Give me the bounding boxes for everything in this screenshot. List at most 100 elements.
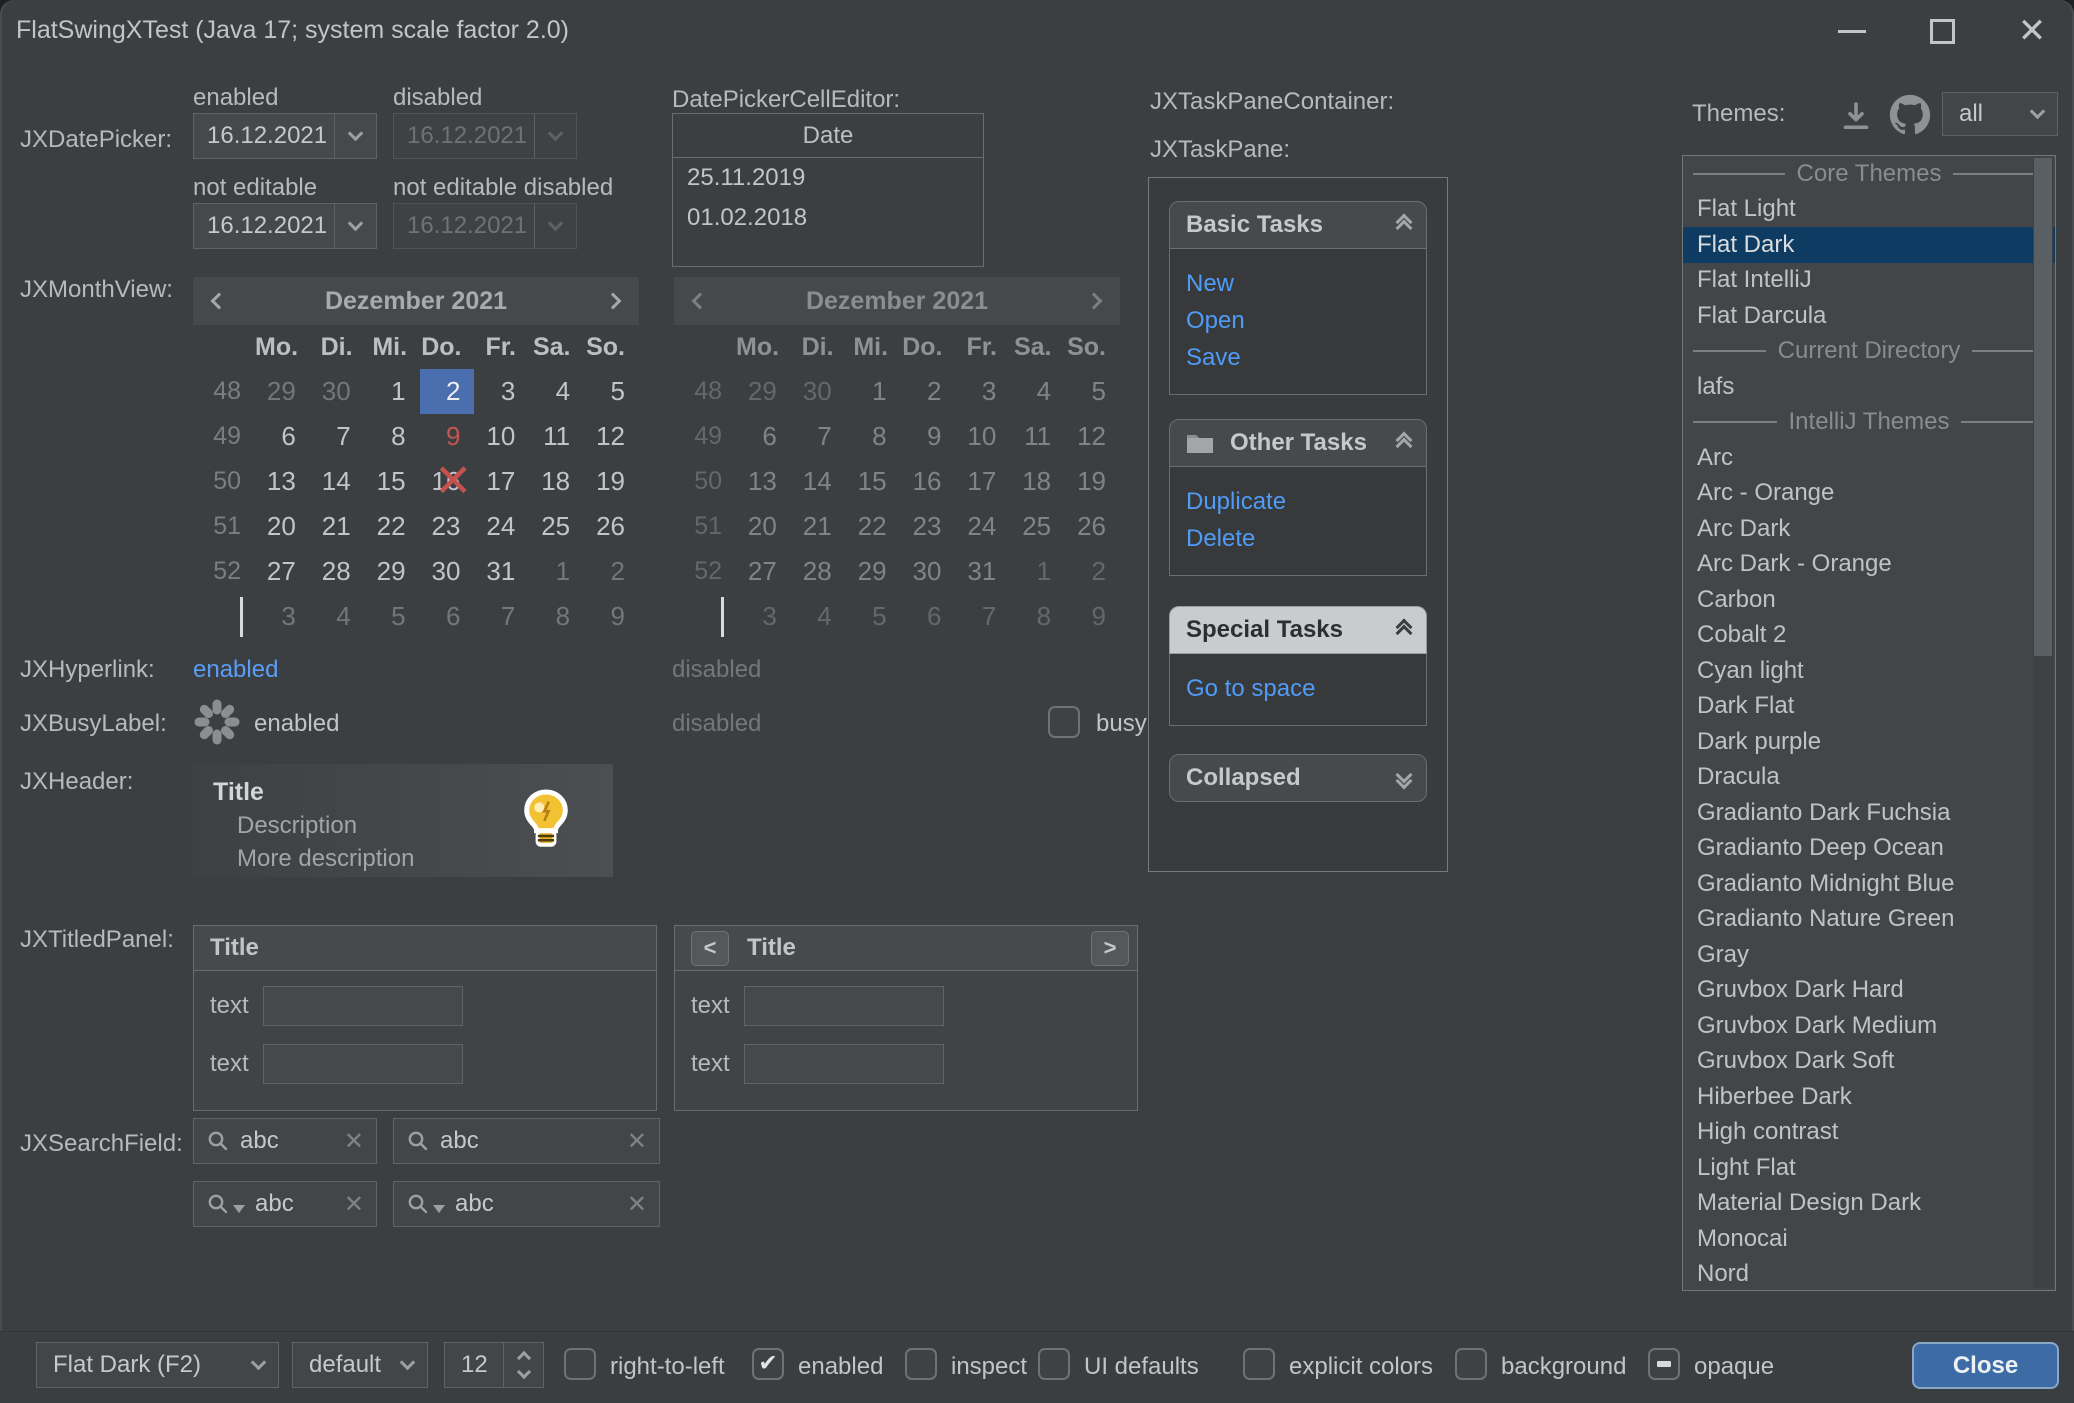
- theme-list-item[interactable]: Material Design Dark: [1683, 1186, 2055, 1222]
- text-input[interactable]: [744, 986, 944, 1026]
- close-icon[interactable]: ✕: [2010, 12, 2054, 50]
- scrollbar-thumb[interactable]: [2034, 158, 2052, 656]
- github-icon[interactable]: [1888, 93, 1932, 137]
- search-field[interactable]: abc✕: [193, 1118, 377, 1164]
- calendar-day[interactable]: 15: [365, 459, 420, 504]
- theme-filter-combobox[interactable]: all: [1942, 92, 2058, 136]
- chevron-down-icon[interactable]: [334, 204, 376, 248]
- theme-list-item[interactable]: Gradianto Nature Green: [1683, 902, 2055, 938]
- calendar-day[interactable]: 10: [474, 414, 529, 459]
- theme-list-item[interactable]: Gradianto Deep Ocean: [1683, 831, 2055, 867]
- search-input-value[interactable]: abc: [240, 1127, 279, 1155]
- collapse-icon[interactable]: [1398, 621, 1410, 639]
- theme-list-item[interactable]: Dark purple: [1683, 724, 2055, 760]
- theme-list-item[interactable]: Gradianto Dark Fuchsia: [1683, 795, 2055, 831]
- taskpane-header[interactable]: Collapsed: [1169, 754, 1427, 802]
- next-month-icon[interactable]: [587, 295, 639, 307]
- minimize-icon[interactable]: [1830, 12, 1874, 50]
- calendar-day[interactable]: 5: [584, 369, 639, 414]
- taskpane-link[interactable]: Go to space: [1186, 670, 1426, 707]
- text-input[interactable]: [263, 986, 463, 1026]
- checkbox-explicit-colors[interactable]: [1243, 1348, 1275, 1380]
- theme-list-item[interactable]: Arc - Orange: [1683, 476, 2055, 512]
- calendar-day[interactable]: 29: [255, 369, 310, 414]
- checkbox-background[interactable]: [1455, 1348, 1487, 1380]
- taskpane-header[interactable]: Basic Tasks: [1169, 201, 1427, 249]
- calendar-day[interactable]: 8: [529, 594, 584, 639]
- search-menu-arrow-icon[interactable]: [233, 1205, 245, 1213]
- theme-list-item[interactable]: Gruvbox Dark Soft: [1683, 1044, 2055, 1080]
- text-input[interactable]: [744, 1044, 944, 1084]
- calendar-day[interactable]: 22: [365, 504, 420, 549]
- next-button[interactable]: >: [1091, 931, 1129, 966]
- prev-month-icon[interactable]: [193, 295, 245, 307]
- calendar-day[interactable]: 1: [529, 549, 584, 594]
- calendar-day[interactable]: 11: [529, 414, 584, 459]
- calendar-day[interactable]: 7: [310, 414, 365, 459]
- calendar-day[interactable]: 16: [420, 459, 475, 504]
- maximize-icon[interactable]: [1920, 12, 1964, 50]
- taskpane-link[interactable]: Delete: [1186, 520, 1426, 557]
- clear-icon[interactable]: ✕: [344, 1190, 364, 1219]
- scrollbar[interactable]: [2033, 158, 2053, 1288]
- theme-list-item[interactable]: Carbon: [1683, 582, 2055, 618]
- checkbox-inspect[interactable]: [905, 1348, 937, 1380]
- calendar-day[interactable]: 18: [529, 459, 584, 504]
- calendar-day[interactable]: 13: [255, 459, 310, 504]
- calendar-day[interactable]: 25: [529, 504, 584, 549]
- theme-list-item[interactable]: Flat IntelliJ: [1683, 263, 2055, 299]
- theme-list-item[interactable]: Hiberbee Dark: [1683, 1079, 2055, 1115]
- search-input-value[interactable]: abc: [440, 1127, 479, 1155]
- calendar-day[interactable]: 21: [310, 504, 365, 549]
- theme-list-item[interactable]: Gradianto Midnight Blue: [1683, 866, 2055, 902]
- theme-list-item[interactable]: Flat Light: [1683, 192, 2055, 228]
- calendar-day[interactable]: 24: [474, 504, 529, 549]
- search-input-value[interactable]: abc: [455, 1190, 494, 1218]
- search-field[interactable]: abc ✕: [393, 1118, 660, 1164]
- calendar-day[interactable]: 9: [420, 414, 475, 459]
- clear-icon[interactable]: ✕: [627, 1127, 647, 1156]
- calendar-day[interactable]: 7: [474, 594, 529, 639]
- theme-list-item[interactable]: Arc Dark - Orange: [1683, 547, 2055, 583]
- clear-icon[interactable]: ✕: [627, 1190, 647, 1219]
- calendar-day[interactable]: 14: [310, 459, 365, 504]
- theme-combobox[interactable]: Flat Dark (F2): [36, 1342, 279, 1388]
- theme-list-item[interactable]: Nord: [1683, 1257, 2055, 1292]
- text-input[interactable]: [263, 1044, 463, 1084]
- theme-list-item[interactable]: Cobalt 2: [1683, 618, 2055, 654]
- calendar-day[interactable]: 17: [474, 459, 529, 504]
- calendar-day[interactable]: 27: [255, 549, 310, 594]
- theme-list-item[interactable]: High contrast: [1683, 1115, 2055, 1151]
- calendar-day[interactable]: 6: [255, 414, 310, 459]
- download-icon[interactable]: [1836, 96, 1876, 136]
- table-row[interactable]: 01.02.2018: [673, 198, 983, 238]
- theme-list-item[interactable]: Monocai: [1683, 1221, 2055, 1257]
- theme-list-item[interactable]: Cyan light: [1683, 653, 2055, 689]
- calendar-day[interactable]: 8: [365, 414, 420, 459]
- datepicker-value[interactable]: 16.12.2021: [194, 122, 334, 150]
- busy-checkbox[interactable]: [1048, 706, 1080, 738]
- calendar-day[interactable]: 3: [474, 369, 529, 414]
- taskpane-link[interactable]: Duplicate: [1186, 483, 1426, 520]
- calendar-day[interactable]: 29: [365, 549, 420, 594]
- font-size-spinner[interactable]: 12: [444, 1342, 544, 1388]
- taskpane-header[interactable]: Other Tasks: [1169, 419, 1427, 467]
- theme-list-item[interactable]: Light Flat: [1683, 1150, 2055, 1186]
- calendar-day[interactable]: 4: [310, 594, 365, 639]
- theme-list-item[interactable]: Flat Darcula: [1683, 298, 2055, 334]
- calendar-day[interactable]: 2: [420, 369, 475, 414]
- search-field-with-menu[interactable]: abc ✕: [393, 1181, 660, 1227]
- search-menu-arrow-icon[interactable]: [433, 1205, 445, 1213]
- theme-list-item[interactable]: Arc Dark: [1683, 511, 2055, 547]
- search-field-with-menu[interactable]: abc✕: [193, 1181, 377, 1227]
- theme-list-item[interactable]: Arc: [1683, 440, 2055, 476]
- theme-list-item[interactable]: Gruvbox Dark Medium: [1683, 1008, 2055, 1044]
- calendar-day[interactable]: 23: [420, 504, 475, 549]
- calendar-day[interactable]: 9: [584, 594, 639, 639]
- theme-list-item[interactable]: Dracula: [1683, 760, 2055, 796]
- calendar-day[interactable]: 31: [474, 549, 529, 594]
- collapse-icon[interactable]: [1398, 434, 1410, 452]
- calendar-day[interactable]: 20: [255, 504, 310, 549]
- font-combobox[interactable]: default: [292, 1342, 428, 1388]
- taskpane-link[interactable]: Open: [1186, 302, 1426, 339]
